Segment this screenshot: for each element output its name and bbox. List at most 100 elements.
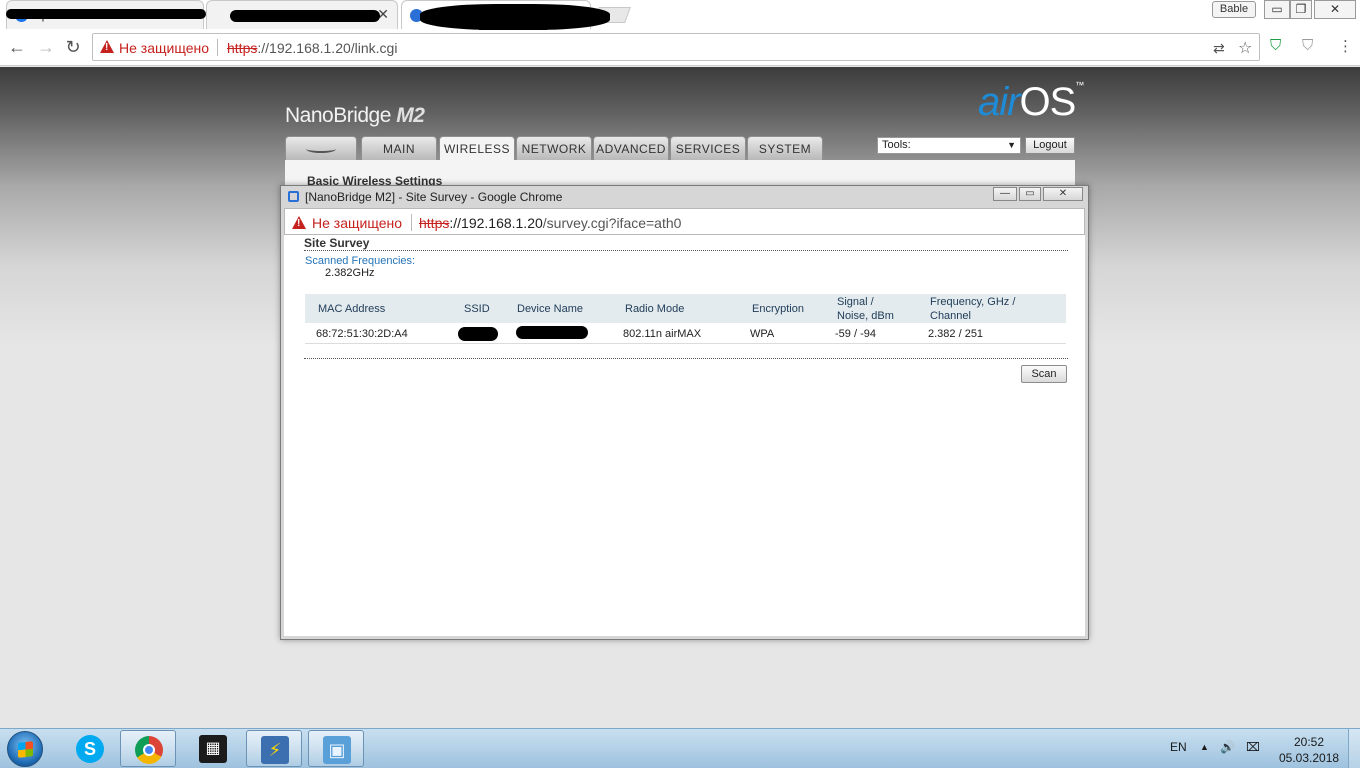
dotted-divider <box>304 358 1068 359</box>
column-ssid[interactable]: SSID <box>464 302 490 316</box>
address-separator <box>411 214 412 231</box>
profile-button[interactable]: Bable <box>1212 1 1256 18</box>
url-rest: ://192.168.1.20/link.cgi <box>257 40 398 56</box>
url-scheme: https <box>227 40 258 56</box>
address-separator <box>217 39 218 56</box>
scanned-frequencies-value: 2.382GHz <box>325 267 375 279</box>
network-status-icon[interactable]: ⌧ <box>1246 740 1260 754</box>
not-secure-label[interactable]: Не защищено <box>119 40 209 56</box>
film-icon: ▦ <box>199 735 227 763</box>
not-secure-label[interactable]: Не защищено <box>312 215 402 231</box>
column-signal-line1: Signal / <box>837 296 874 308</box>
minimize-window-icon[interactable]: ▭ <box>1264 0 1290 19</box>
shield-extension-icon[interactable]: ⛉ <box>1270 37 1281 54</box>
tools-dropdown[interactable]: Tools: ▼ <box>877 137 1021 154</box>
site-survey-window: [NanoBridge M2] - Site Survey - Google C… <box>280 185 1089 640</box>
logo-tm: ™ <box>1075 80 1084 90</box>
network-app-icon: ⚡ <box>261 736 289 764</box>
taskbar-network-app[interactable]: ⚡ <box>246 730 302 767</box>
taskbar-video-app[interactable]: ▦ <box>185 730 241 767</box>
chrome-icon <box>135 736 163 764</box>
wireless-favicon-icon <box>288 191 299 202</box>
restore-window-icon[interactable]: ❐ <box>1290 0 1312 19</box>
tab-network[interactable]: NETWORK <box>516 136 592 160</box>
column-mac-address[interactable]: MAC Address <box>318 302 385 316</box>
column-signal-noise[interactable]: Signal / Noise, dBm <box>837 295 894 323</box>
dotted-divider <box>304 250 1068 251</box>
clock-time[interactable]: 20:52 <box>1294 735 1324 749</box>
popup-maximize-icon[interactable]: ▭ <box>1019 187 1041 201</box>
column-signal-line2: Noise, dBm <box>837 310 894 322</box>
column-frequency-channel[interactable]: Frequency, GHz / Channel <box>930 295 1015 323</box>
tab-system[interactable]: SYSTEM <box>747 136 823 160</box>
popup-url: https://192.168.1.20/survey.cgi?iface=at… <box>419 215 681 231</box>
address-url[interactable]: https://192.168.1.20/link.cgi <box>227 40 397 56</box>
start-button[interactable] <box>7 731 43 767</box>
volume-icon[interactable]: 🔊 <box>1220 740 1235 754</box>
scan-button[interactable]: Scan <box>1021 365 1067 383</box>
cell-radio-mode: 802.11n airMAX <box>623 328 702 340</box>
cell-encryption: WPA <box>750 328 775 340</box>
browser-tabstrip: Простой: Сн... ✕ ✕ Bable ▭ ❐ ✕ <box>0 0 1360 54</box>
popup-close-icon[interactable]: ✕ <box>1043 187 1083 201</box>
url-path: /survey.cgi?iface=ath0 <box>542 215 682 231</box>
tab-ubnt-logo[interactable] <box>285 136 357 160</box>
airos-logo: airOS™ <box>978 80 1084 125</box>
skype-icon: S <box>76 735 104 763</box>
taskbar-picture-app[interactable]: ▣ <box>308 730 364 767</box>
cell-mac-address: 68:72:51:30:2D:A4 <box>316 328 408 340</box>
url-scheme: https <box>419 215 450 231</box>
windows-logo-icon <box>18 741 33 758</box>
site-survey-heading: Site Survey <box>304 236 370 250</box>
language-indicator[interactable]: EN <box>1170 740 1187 754</box>
url-host: ://192.168.1.20 <box>449 215 543 231</box>
redaction-scribble <box>516 326 588 339</box>
site-survey-content: Site Survey Scanned Frequencies: 2.382GH… <box>284 235 1085 636</box>
logo-air-text: air <box>978 80 1020 124</box>
forward-arrow-icon[interactable]: → <box>35 36 57 58</box>
cell-frequency-channel: 2.382 / 251 <box>928 328 984 340</box>
back-arrow-icon[interactable]: ← <box>6 36 28 58</box>
show-desktop-button[interactable] <box>1348 729 1360 768</box>
browser-toolbar: ← → ↻ Не защищено https://192.168.1.20/l… <box>0 30 1360 66</box>
reload-icon[interactable]: ↻ <box>62 36 84 58</box>
popup-address-bar[interactable]: Не защищено https://192.168.1.20/survey.… <box>284 208 1085 235</box>
device-name: NanoBridge <box>285 104 391 127</box>
ubiquiti-logo-icon <box>306 145 336 153</box>
column-frequency-line2: Channel <box>930 310 971 322</box>
tab-services[interactable]: SERVICES <box>670 136 746 160</box>
shield-extension-2-icon[interactable]: ⛉ <box>1302 37 1313 54</box>
close-window-icon[interactable]: ✕ <box>1314 0 1356 19</box>
device-model: M2 <box>396 104 425 127</box>
column-device-name[interactable]: Device Name <box>517 302 583 316</box>
clock-date[interactable]: 05.03.2018 <box>1279 751 1339 765</box>
windows-taskbar: S ▦ ⚡ ▣ EN ▲ 🔊 ⌧ 20:52 05.03.2018 <box>0 728 1360 768</box>
browser-menu-icon[interactable]: ⋮ <box>1338 37 1353 55</box>
translate-icon[interactable]: ⇄ <box>1213 40 1225 57</box>
logout-button[interactable]: Logout <box>1025 137 1075 154</box>
tools-label: Tools: <box>882 139 911 151</box>
bookmark-star-icon[interactable]: ☆ <box>1238 38 1252 58</box>
show-hidden-icons-icon[interactable]: ▲ <box>1200 742 1209 752</box>
warning-triangle-icon <box>292 216 306 229</box>
redaction-scribble <box>230 10 380 22</box>
address-bar[interactable]: Не защищено https://192.168.1.20/link.cg… <box>92 33 1260 61</box>
logo-os-text: OS <box>1019 80 1076 124</box>
column-encryption[interactable]: Encryption <box>752 302 804 316</box>
warning-triangle-icon <box>100 40 114 53</box>
tab-main[interactable]: MAIN <box>361 136 437 160</box>
tab-advanced[interactable]: ADVANCED <box>593 136 669 160</box>
picture-icon: ▣ <box>323 736 351 764</box>
redaction-scribble <box>458 327 498 341</box>
dropdown-arrow-icon: ▼ <box>1007 140 1016 150</box>
tab-wireless[interactable]: WIRELESS <box>439 136 515 162</box>
popup-minimize-icon[interactable]: — <box>993 187 1017 201</box>
column-frequency-line1: Frequency, GHz / <box>930 296 1016 308</box>
taskbar-chrome[interactable] <box>120 730 176 767</box>
column-radio-mode[interactable]: Radio Mode <box>625 302 684 316</box>
device-title: NanoBridge M2 <box>285 104 425 128</box>
table-row[interactable]: 68:72:51:30:2D:A4 802.11n airMAX WPA -59… <box>305 323 1066 344</box>
cell-signal-noise: -59 / -94 <box>835 328 876 340</box>
taskbar-skype[interactable]: S <box>62 730 118 767</box>
scanned-frequencies-label: Scanned Frequencies: <box>305 255 416 267</box>
